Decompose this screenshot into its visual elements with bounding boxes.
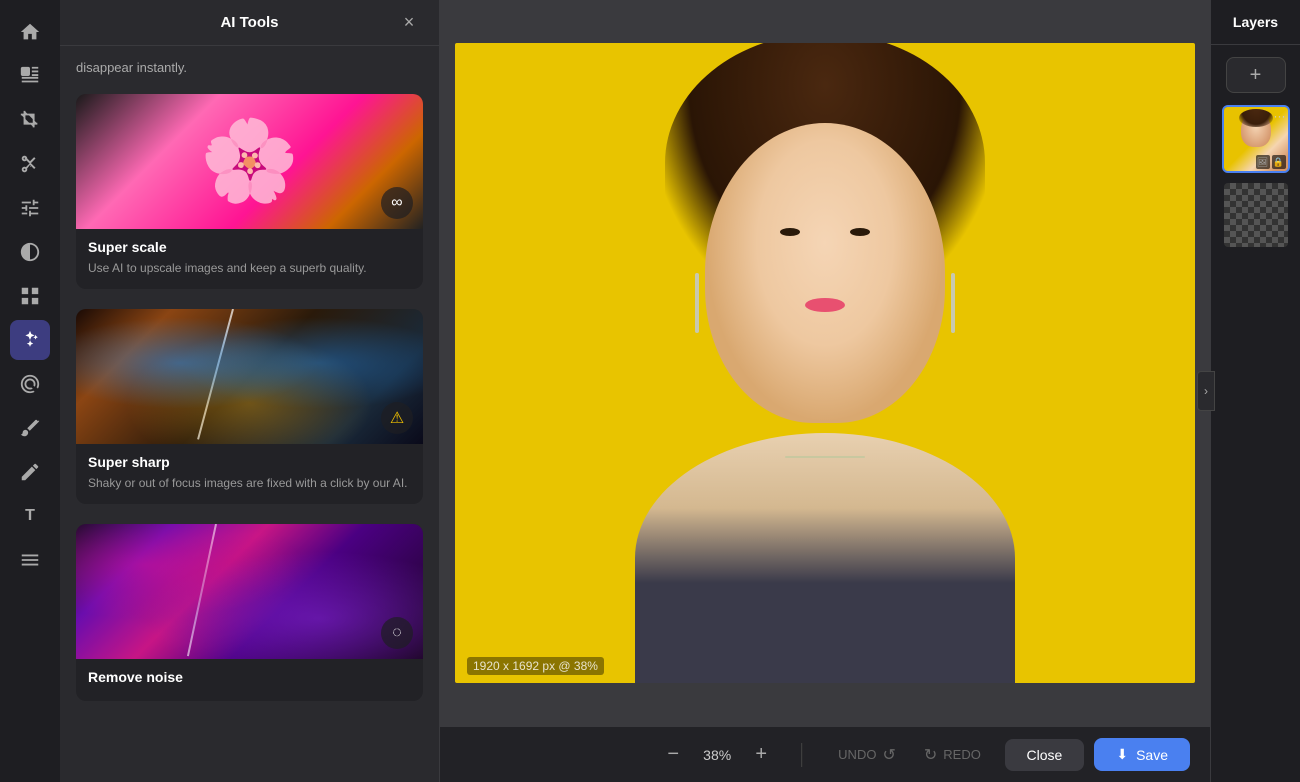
redo-label: REDO [943, 747, 981, 762]
zoom-in-button[interactable]: + [745, 739, 777, 771]
selection-icon[interactable] [10, 56, 50, 96]
super-scale-name: Super scale [88, 239, 411, 255]
layer-image-icon: 🖼 [1256, 155, 1270, 169]
undo-redo-controls: UNDO ↺ ↻ REDO [826, 739, 993, 771]
zoom-controls: − 38% + UNDO ↺ ↻ REDO [657, 739, 993, 771]
undo-button[interactable]: UNDO ↺ [826, 739, 908, 771]
ai-panel-close-button[interactable]: × [395, 9, 423, 37]
ai-tools-panel: AI Tools × disappear instantly. ∞ Super … [60, 0, 440, 782]
close-button[interactable]: Close [1005, 739, 1085, 771]
super-sharp-info: Super sharp Shaky or out of focus images… [76, 444, 423, 504]
save-icon: ⬇ [1116, 746, 1128, 763]
canvas-container[interactable]: 1920 x 1692 px @ 38% [440, 0, 1210, 726]
contrast-icon[interactable] [10, 232, 50, 272]
ai-panel-header: AI Tools × [60, 0, 439, 46]
super-sharp-image: ⚠ [76, 309, 423, 444]
undo-label: UNDO [838, 747, 876, 762]
remove-noise-image: ◌ [76, 524, 423, 659]
brush-icon[interactable] [10, 408, 50, 448]
remove-noise-card[interactable]: ◌ Remove noise [76, 524, 423, 701]
add-layer-button[interactable]: + [1226, 57, 1286, 93]
cut-icon[interactable] [10, 144, 50, 184]
save-button[interactable]: ⬇ Save [1094, 738, 1190, 771]
main-canvas-area: 1920 x 1692 px @ 38% − 38% + UNDO ↺ ↻ RE… [440, 0, 1210, 782]
layers-panel-title: Layers [1211, 0, 1300, 45]
spiral-icon[interactable] [10, 364, 50, 404]
collapse-panel-button[interactable]: › [1197, 371, 1215, 411]
action-buttons: Close ⬇ Save [1005, 738, 1190, 771]
redo-icon: ↻ [924, 745, 937, 765]
bottom-toolbar: − 38% + UNDO ↺ ↻ REDO Close ⬇ Save [440, 726, 1210, 782]
layers-panel: › Layers + ··· 🖼 🔒 [1210, 0, 1300, 782]
layer-transparent-preview [1224, 183, 1288, 247]
zoom-value: 38% [697, 747, 737, 763]
toolbar-divider [801, 743, 802, 767]
remove-noise-badge: ◌ [381, 617, 413, 649]
crop-icon[interactable] [10, 100, 50, 140]
remove-noise-name: Remove noise [88, 669, 411, 685]
text-icon[interactable]: T [10, 496, 50, 536]
super-sharp-desc: Shaky or out of focus images are fixed w… [88, 474, 411, 492]
super-scale-info: Super scale Use AI to upscale images and… [76, 229, 423, 289]
super-sharp-name: Super sharp [88, 454, 411, 470]
pen-icon[interactable] [10, 452, 50, 492]
image-info: 1920 x 1692 px @ 38% [467, 657, 604, 675]
remove-noise-info: Remove noise [76, 659, 423, 701]
zoom-out-button[interactable]: − [657, 739, 689, 771]
layer-thumb-icons: 🖼 🔒 [1256, 155, 1286, 169]
adjustments-icon[interactable] [10, 188, 50, 228]
ai-tools-icon[interactable] [10, 320, 50, 360]
layer-menu-dots[interactable]: ··· [1274, 109, 1286, 123]
ai-panel-content[interactable]: disappear instantly. ∞ Super scale Use A… [60, 46, 439, 782]
undo-icon: ↺ [882, 745, 895, 765]
layer-lock-icon: 🔒 [1272, 155, 1286, 169]
super-scale-badge: ∞ [381, 187, 413, 219]
panel-scroll-text: disappear instantly. [76, 46, 423, 94]
super-sharp-card[interactable]: ⚠ Super sharp Shaky or out of focus imag… [76, 309, 423, 504]
super-sharp-badge: ⚠ [381, 402, 413, 434]
redo-button[interactable]: ↻ REDO [912, 739, 993, 771]
ai-panel-title: AI Tools [220, 14, 278, 31]
layer-transparent-thumb[interactable] [1222, 181, 1290, 249]
home-icon[interactable] [10, 12, 50, 52]
photo-canvas: 1920 x 1692 px @ 38% [455, 43, 1195, 683]
super-scale-image: ∞ [76, 94, 423, 229]
super-scale-desc: Use AI to upscale images and keep a supe… [88, 259, 411, 277]
lines-icon[interactable] [10, 540, 50, 580]
layer-portrait-thumb[interactable]: ··· 🖼 🔒 [1222, 105, 1290, 173]
grid-icon[interactable] [10, 276, 50, 316]
left-toolbar: T [0, 0, 60, 782]
super-scale-card[interactable]: ∞ Super scale Use AI to upscale images a… [76, 94, 423, 289]
save-label: Save [1136, 747, 1168, 763]
